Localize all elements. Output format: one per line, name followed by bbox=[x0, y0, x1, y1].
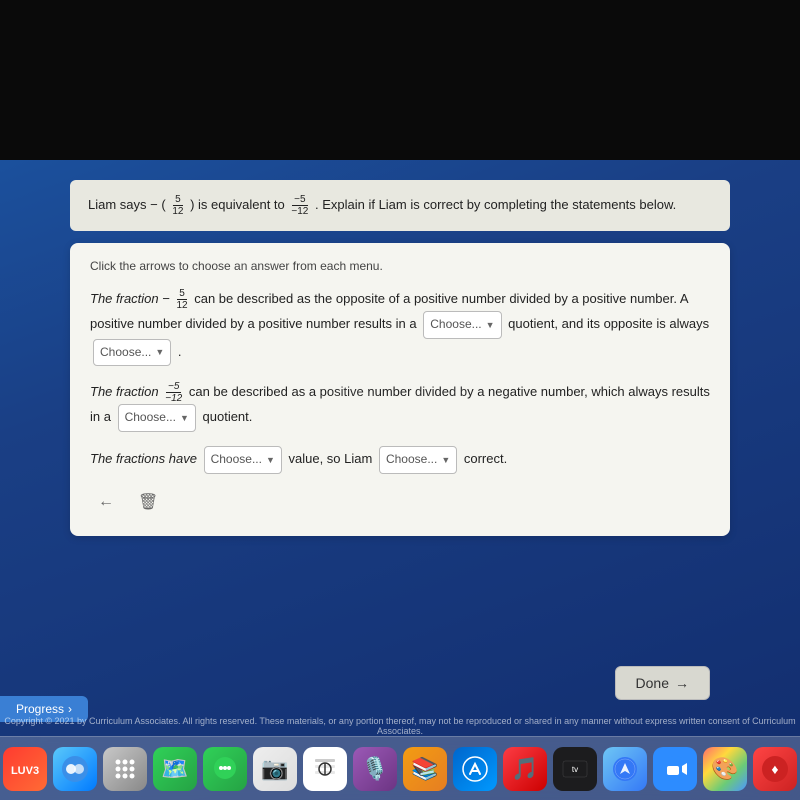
p1-dropdown2[interactable]: Choose... ▼ bbox=[93, 339, 171, 367]
progress-label: Progress bbox=[16, 702, 64, 716]
dock: LUV 3 🗺️ 📷 🎙️ 📚 🎵 tv bbox=[0, 736, 800, 800]
dock-books-icon[interactable]: 📚 bbox=[403, 747, 447, 791]
top-dark-area bbox=[0, 0, 800, 160]
q-frac2-num: −5 bbox=[292, 194, 307, 206]
question-paren-close: ) bbox=[190, 197, 194, 212]
p3-text1: The fractions have bbox=[90, 451, 197, 466]
dock-launchpad-icon[interactable] bbox=[103, 747, 147, 791]
paragraph-1: The fraction − 5 12 can be described as … bbox=[90, 287, 710, 366]
p1-choose1-label: Choose... bbox=[430, 314, 481, 336]
p2-frac-den: −12 bbox=[163, 393, 184, 404]
dock-appletv-icon[interactable]: tv bbox=[553, 747, 597, 791]
paragraph-2: The fraction −5 −12 can be described as … bbox=[90, 380, 710, 432]
p3-dropdown1[interactable]: Choose... ▼ bbox=[204, 446, 282, 474]
p3-dropdown2[interactable]: Choose... ▼ bbox=[379, 446, 457, 474]
dock-appstore-icon[interactable] bbox=[453, 747, 497, 791]
done-arrow: → bbox=[675, 675, 689, 691]
p1-dropdown2-arrow: ▼ bbox=[155, 344, 164, 360]
progress-arrow: › bbox=[68, 702, 72, 716]
footer-text: Copyright © 2021 by Curriculum Associate… bbox=[0, 716, 800, 736]
screen: Liam says − ( 5 12 ) is equivalent to −5… bbox=[0, 0, 800, 800]
dock-zoom-icon[interactable] bbox=[653, 747, 697, 791]
p2-choose1-label: Choose... bbox=[125, 407, 176, 429]
p1-choose2-label: Choose... bbox=[100, 342, 151, 364]
svg-text:♦: ♦ bbox=[771, 761, 778, 777]
dock-safari-icon[interactable] bbox=[603, 747, 647, 791]
p1-dropdown1-arrow: ▼ bbox=[486, 317, 495, 333]
p2-dropdown1[interactable]: Choose... ▼ bbox=[118, 404, 196, 432]
dock-news-icon[interactable] bbox=[303, 747, 347, 791]
delete-button[interactable]: 🗑 bbox=[130, 488, 166, 516]
dock-red-icon[interactable]: ♦ bbox=[753, 747, 797, 791]
question-paren-open: ( bbox=[161, 197, 165, 212]
question-fraction2: −5 −12 bbox=[289, 194, 310, 217]
question-fraction1: 5 12 bbox=[170, 194, 185, 217]
instruction-text: Click the arrows to choose an answer fro… bbox=[90, 259, 710, 273]
p2-fraction: −5 −12 bbox=[163, 381, 184, 404]
p1-frac-num: 5 bbox=[177, 288, 187, 300]
p2-text1: The fraction bbox=[90, 384, 162, 399]
p3-dropdown2-arrow: ▼ bbox=[441, 452, 450, 468]
dock-finder-icon[interactable] bbox=[53, 747, 97, 791]
p1-text1: The fraction − bbox=[90, 291, 170, 306]
p1-text3: quotient, and its opposite is always bbox=[508, 316, 709, 331]
p3-end: correct. bbox=[464, 451, 507, 466]
p3-choose1-label: Choose... bbox=[211, 449, 262, 471]
back-button[interactable]: ← bbox=[90, 488, 122, 516]
question-text-part3: . Explain if Liam is correct by completi… bbox=[315, 197, 676, 212]
dock-maps-icon[interactable]: 🗺️ bbox=[153, 747, 197, 791]
done-label: Done bbox=[636, 675, 669, 691]
dock-music-icon[interactable]: 🎵 bbox=[503, 747, 547, 791]
bottom-bar: ← 🗑 bbox=[90, 488, 710, 516]
dock-icon6[interactable]: 📷 bbox=[253, 747, 297, 791]
p1-frac-den: 12 bbox=[174, 300, 189, 311]
dock-colorful-icon[interactable]: 🎨 bbox=[703, 747, 747, 791]
done-area: Done → bbox=[615, 666, 710, 700]
dock-messages-icon[interactable] bbox=[203, 747, 247, 791]
p3-dropdown1-arrow: ▼ bbox=[266, 452, 275, 468]
paragraph-3: The fractions have Choose... ▼ value, so… bbox=[90, 446, 710, 474]
dock-calendar-icon[interactable]: LUV 3 bbox=[3, 747, 47, 791]
dock-podcasts-icon[interactable]: 🎙️ bbox=[353, 747, 397, 791]
answer-box: Click the arrows to choose an answer fro… bbox=[70, 243, 730, 536]
q-frac2-den: −12 bbox=[289, 206, 310, 217]
p1-dropdown1[interactable]: Choose... ▼ bbox=[423, 311, 501, 339]
p2-dropdown1-arrow: ▼ bbox=[180, 410, 189, 426]
p2-end: quotient. bbox=[203, 410, 253, 425]
svg-text:tv: tv bbox=[572, 765, 578, 774]
done-button[interactable]: Done → bbox=[615, 666, 710, 700]
q-frac1-num: 5 bbox=[173, 194, 183, 206]
p3-text2: value, so Liam bbox=[289, 451, 373, 466]
p1-end: . bbox=[178, 344, 182, 359]
q-frac1-den: 12 bbox=[170, 206, 185, 217]
question-text-part2: is equivalent to bbox=[198, 197, 288, 212]
p3-choose2-label: Choose... bbox=[386, 449, 437, 471]
main-content: Liam says − ( 5 12 ) is equivalent to −5… bbox=[0, 160, 800, 720]
question-box: Liam says − ( 5 12 ) is equivalent to −5… bbox=[70, 180, 730, 231]
p2-frac-num: −5 bbox=[166, 381, 181, 393]
question-text-part1: Liam says − bbox=[88, 197, 158, 212]
p1-fraction: 5 12 bbox=[174, 288, 189, 311]
